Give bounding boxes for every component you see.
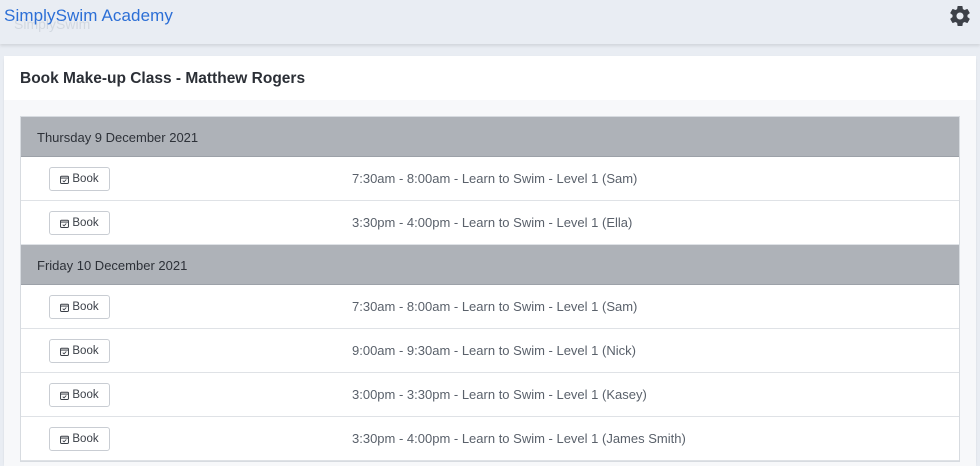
book-button-label: Book	[72, 389, 99, 401]
table-row: Book 3:30pm - 4:00pm - Learn to Swim - L…	[21, 201, 959, 245]
book-button[interactable]: Book	[49, 339, 110, 363]
day-header: Friday 10 December 2021	[21, 245, 959, 285]
table-row: Book 7:30am - 8:00am - Learn to Swim - L…	[21, 157, 959, 201]
calendar-check-icon	[60, 347, 70, 356]
table-row: Book 3:30pm - 4:00pm - Learn to Swim - L…	[21, 417, 959, 461]
book-button[interactable]: Book	[49, 167, 110, 191]
book-button[interactable]: Book	[49, 427, 110, 451]
class-slot-label: 3:00pm - 3:30pm - Learn to Swim - Level …	[352, 387, 647, 402]
table-row: Book 7:30am - 8:00am - Learn to Swim - L…	[21, 285, 959, 329]
booking-card: Book Make-up Class - Matthew Rogers Thur…	[4, 56, 976, 466]
book-button[interactable]: Book	[49, 211, 110, 235]
calendar-check-icon	[60, 219, 70, 228]
calendar-check-icon	[60, 435, 70, 444]
calendar-check-icon	[60, 175, 70, 184]
page-title: Book Make-up Class - Matthew Rogers	[20, 70, 306, 87]
class-slot-label: 9:00am - 9:30am - Learn to Swim - Level …	[352, 343, 636, 358]
brand-link[interactable]: SimplySwim Academy	[4, 6, 173, 26]
book-button-label: Book	[72, 301, 99, 313]
gear-icon[interactable]	[948, 4, 972, 28]
top-navbar: SimplySwim SimplySwim Academy	[0, 0, 980, 44]
table-row: Book 3:00pm - 3:30pm - Learn to Swim - L…	[21, 373, 959, 417]
book-button-label: Book	[72, 173, 99, 185]
card-body: Thursday 9 December 2021 Book 7:30am - 8…	[4, 100, 976, 466]
book-button[interactable]: Book	[49, 383, 110, 407]
book-button-label: Book	[72, 345, 99, 357]
class-slot-label: 3:30pm - 4:00pm - Learn to Swim - Level …	[352, 431, 686, 446]
calendar-check-icon	[60, 391, 70, 400]
table-row: Book 9:00am - 9:30am - Learn to Swim - L…	[21, 329, 959, 373]
book-button-label: Book	[72, 217, 99, 229]
class-slot-label: 7:30am - 8:00am - Learn to Swim - Level …	[352, 171, 638, 186]
card-header: Book Make-up Class - Matthew Rogers	[4, 56, 976, 100]
book-button-label: Book	[72, 433, 99, 445]
class-schedule-table: Thursday 9 December 2021 Book 7:30am - 8…	[20, 116, 960, 462]
day-header: Thursday 9 December 2021	[21, 117, 959, 157]
class-slot-label: 3:30pm - 4:00pm - Learn to Swim - Level …	[352, 215, 633, 230]
class-slot-label: 7:30am - 8:00am - Learn to Swim - Level …	[352, 299, 638, 314]
calendar-check-icon	[60, 303, 70, 312]
book-button[interactable]: Book	[49, 295, 110, 319]
